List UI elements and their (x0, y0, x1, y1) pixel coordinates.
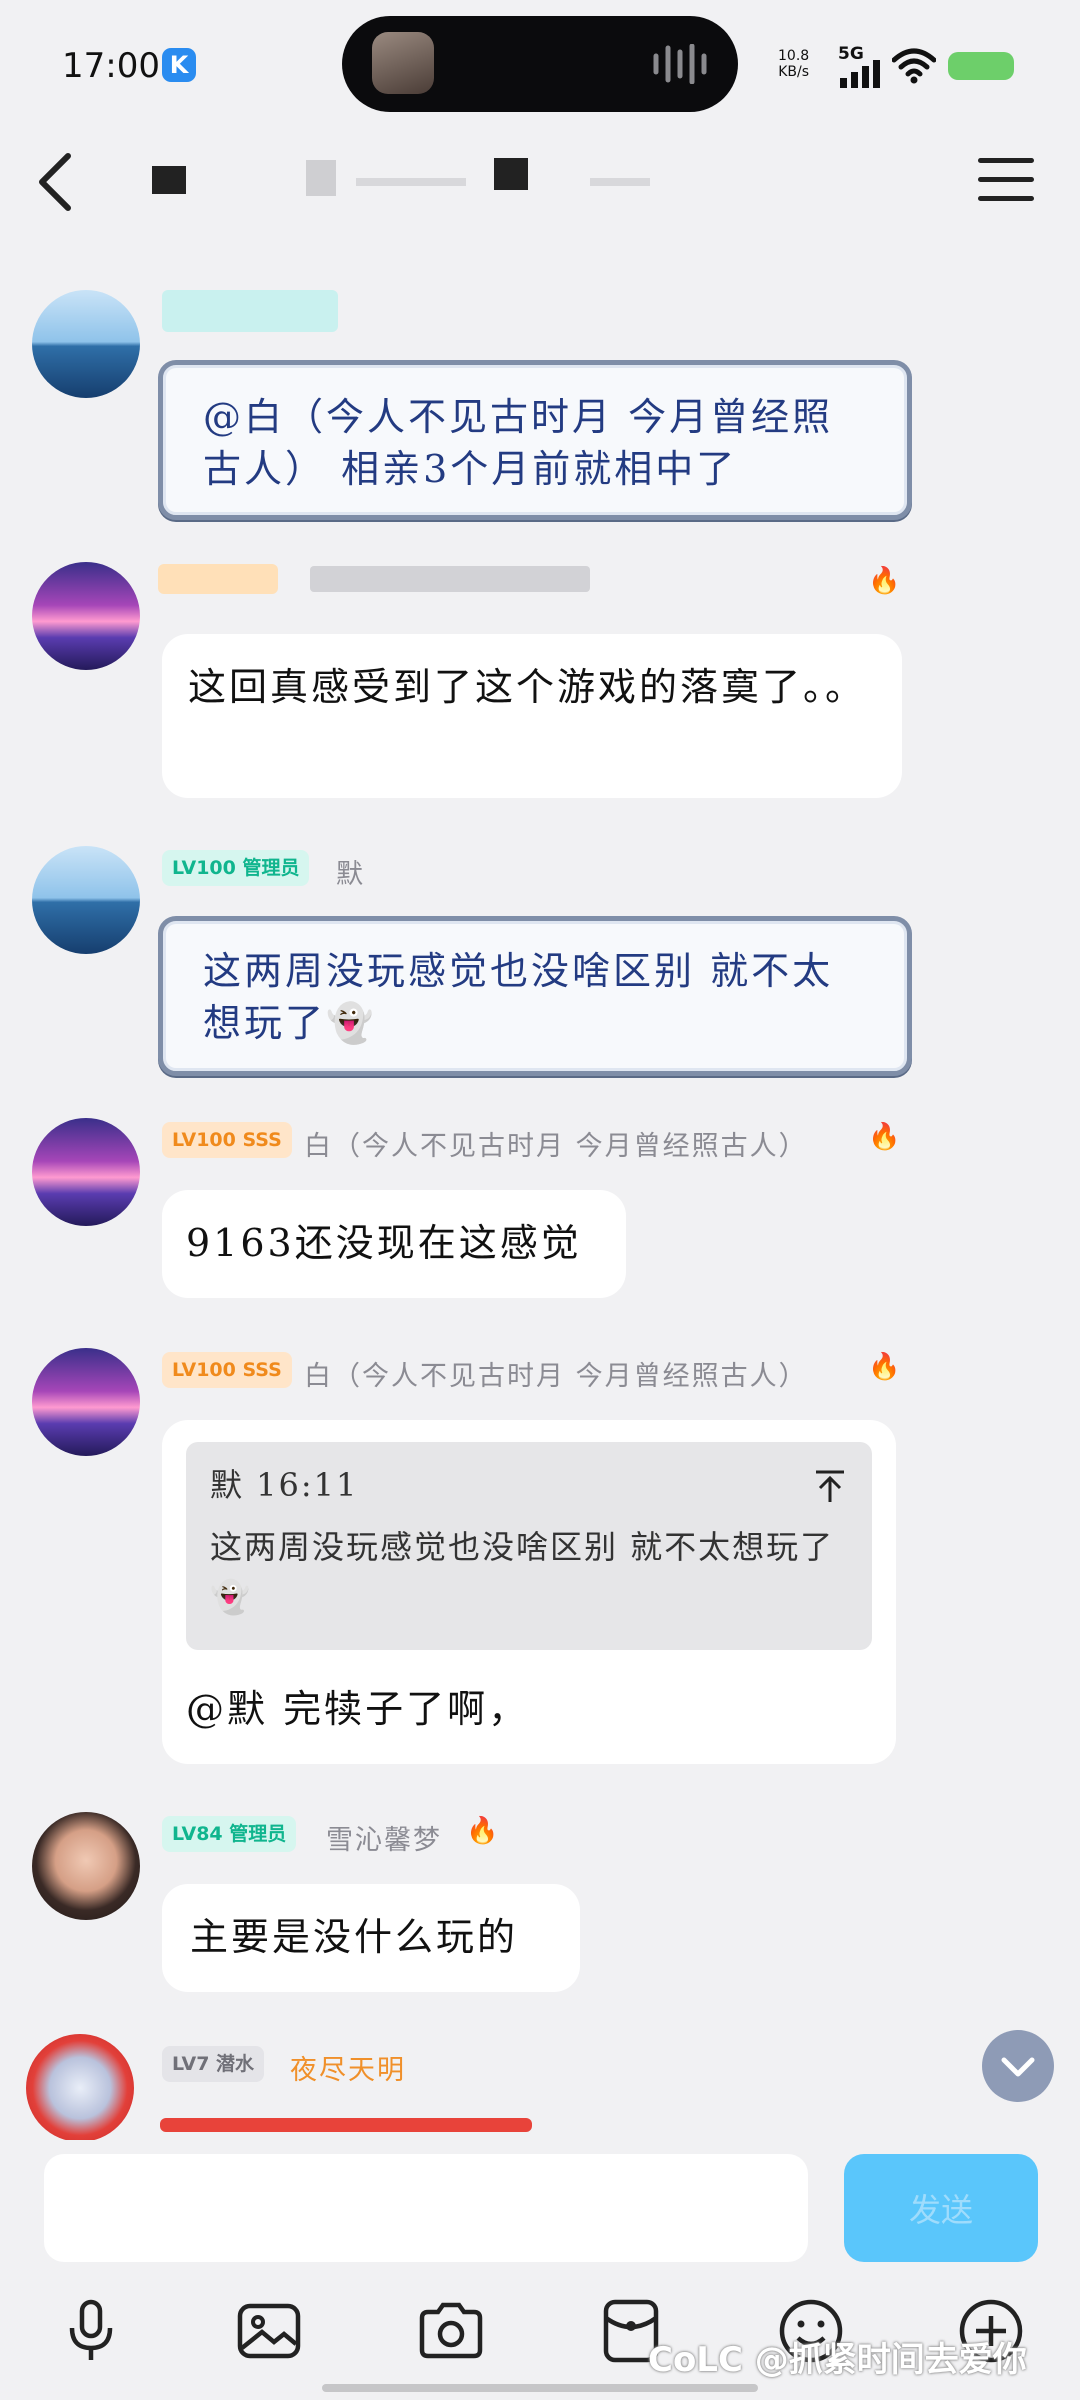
avatar[interactable] (32, 290, 140, 398)
audio-wave-icon (653, 44, 707, 84)
avatar[interactable] (26, 2034, 134, 2142)
signal-icon (840, 60, 880, 88)
avatar[interactable] (32, 1812, 140, 1920)
watermark: CoLC @抓紧时间去爱你 (648, 2340, 1027, 2380)
sender-name: 白（今人不见古时月 今月曾经照古人） (304, 1131, 808, 1162)
member-badge: LV7 潜水 (162, 2046, 265, 2082)
message-bubble[interactable]: 这两周没玩感觉也没啥区别 就不太想玩了👻 (158, 916, 912, 1076)
message-input[interactable] (44, 2154, 808, 2262)
member-badge: LV84 管理员 (162, 1816, 297, 1852)
fire-icon: 🔥 (466, 1816, 499, 1846)
fire-icon: 🔥 (868, 1122, 901, 1152)
image-icon[interactable] (234, 2296, 304, 2366)
microphone-icon[interactable] (56, 2296, 126, 2366)
jump-to-top-icon[interactable] (812, 1468, 848, 1504)
message-text: @默 完犊子了啊， (186, 1687, 530, 1731)
badge-redacted (158, 564, 278, 594)
media-thumbnail[interactable] (372, 32, 434, 94)
avatar[interactable] (32, 1348, 140, 1456)
camera-icon[interactable] (416, 2296, 486, 2366)
message-text: 主要是没什么玩的 (190, 1915, 519, 1959)
network-speed-unit: KB/s (778, 64, 809, 80)
app-k-icon: K (162, 48, 196, 82)
wifi-icon (892, 48, 936, 84)
message-text: 这回真感受到了这个游戏的落寞了。。 (188, 665, 867, 709)
hamburger-menu-icon[interactable] (978, 158, 1034, 204)
back-chevron-icon[interactable] (32, 150, 82, 214)
sender-name: 夜尽天明 (290, 2055, 406, 2086)
network-speed: 10.8 KB/s (778, 48, 809, 80)
status-time: 17:00 (62, 46, 160, 86)
battery-icon (948, 52, 1014, 80)
message-bubble[interactable]: 9163还没现在这感觉 (162, 1190, 626, 1298)
message-bubble[interactable]: 这回真感受到了这个游戏的落寞了。。 (162, 634, 902, 798)
quote-author: 默 16:11 (210, 1466, 359, 1504)
group-title-redacted (110, 158, 740, 204)
message-bubble[interactable]: @白（今人不见古时月 今月曾经照古人） 相亲3个月前就相中了 (158, 360, 912, 520)
avatar[interactable] (32, 846, 140, 954)
message-bubble[interactable]: 默 16:11 这两周没玩感觉也没啥区别 就不太想玩了👻 @默 完犊子了啊， (162, 1420, 896, 1764)
avatar[interactable] (32, 562, 140, 670)
message-bubble[interactable]: 主要是没什么玩的 (162, 1884, 580, 1992)
sender-name-redacted (162, 290, 338, 332)
sender-name: 雪沁馨梦 (326, 1825, 442, 1856)
decorated-bubble-top (160, 2118, 532, 2132)
sender-name: 白（今人不见古时月 今月曾经照古人） (304, 1361, 808, 1392)
member-badge: LV100 SSS (162, 1122, 292, 1158)
network-speed-value: 10.8 (778, 48, 810, 64)
avatar[interactable] (32, 1118, 140, 1226)
sender-name-redacted (310, 566, 590, 592)
scroll-to-bottom-button[interactable] (982, 2030, 1054, 2102)
send-button[interactable]: 发送 (844, 2154, 1038, 2262)
fire-icon: 🔥 (868, 566, 901, 596)
message-text: @白（今人不见古时月 今月曾经照古人） 相亲3个月前就相中了 (203, 395, 834, 491)
fire-icon: 🔥 (868, 1352, 901, 1382)
quoted-message[interactable]: 默 16:11 这两周没玩感觉也没啥区别 就不太想玩了👻 (186, 1442, 872, 1650)
message-text: 这两周没玩感觉也没啥区别 就不太想玩了👻 (203, 949, 834, 1045)
status-bar: 17:00 K 10.8 KB/s 5G (0, 0, 1080, 130)
member-badge: LV100 SSS (162, 1352, 292, 1388)
home-indicator[interactable] (322, 2384, 758, 2392)
chevron-down-icon (1001, 2057, 1035, 2077)
member-badge: LV100 管理员 (162, 850, 310, 886)
sender-name: 默 (336, 859, 365, 890)
quote-text: 这两周没玩感觉也没啥区别 就不太想玩了👻 (210, 1528, 835, 1616)
message-text: 9163还没现在这感觉 (186, 1221, 582, 1265)
